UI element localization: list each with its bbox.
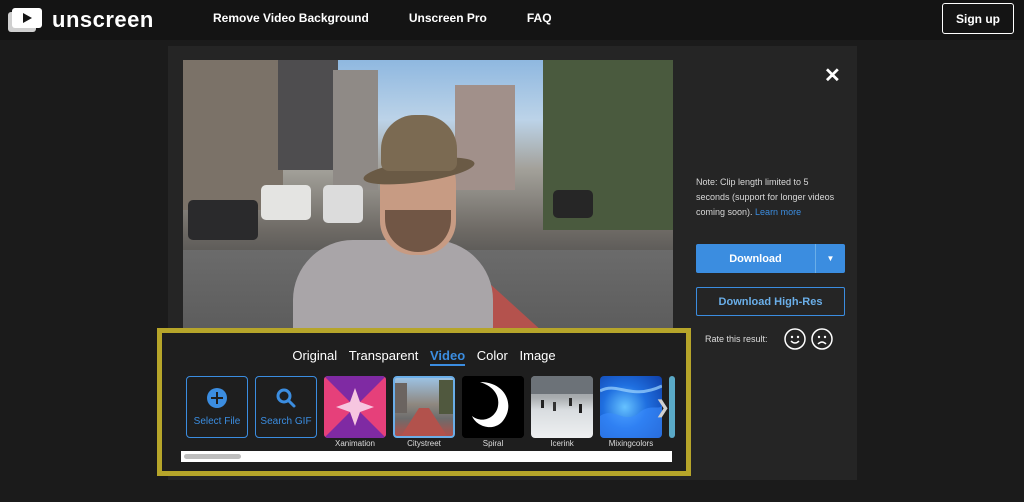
search-icon [276, 388, 296, 408]
thumbnail-label: Spiral [482, 439, 504, 448]
download-button[interactable]: Download [696, 253, 815, 265]
dropdown-caret-icon[interactable]: ▼ [815, 244, 845, 273]
thumbnail-icerink[interactable] [531, 376, 593, 438]
scrollbar-thumb[interactable] [184, 454, 241, 459]
tab-color[interactable]: Color [477, 348, 508, 363]
horizontal-scrollbar[interactable] [181, 451, 672, 462]
thumbnail-label: Mixingcolors [608, 439, 654, 448]
tab-video[interactable]: Video [430, 348, 466, 366]
select-file-label: Select File [193, 416, 241, 427]
unscreen-logo[interactable]: unscreen [8, 6, 154, 34]
plus-circle-icon [207, 388, 227, 408]
download-button-group: Download ▼ [696, 244, 845, 273]
logo-icon [8, 8, 42, 32]
tab-transparent[interactable]: Transparent [349, 348, 419, 363]
brand-name: unscreen [52, 7, 154, 32]
tab-image[interactable]: Image [520, 348, 556, 363]
video-preview [183, 60, 673, 332]
search-gif-label: Search GIF [260, 416, 312, 427]
citystreet-thumbnail-image [395, 380, 453, 436]
thumbnail-spiral[interactable] [462, 376, 524, 438]
thumbnail-citystreet[interactable] [393, 376, 455, 438]
icerink-thumbnail-image [531, 376, 593, 413]
background-options: Original Transparent Video Color Image S… [157, 328, 691, 476]
xanimation-thumbnail-image [324, 376, 386, 438]
background-tabs: Original Transparent Video Color Image [162, 348, 686, 366]
search-gif-button[interactable]: Search GIF [255, 376, 317, 438]
thumbnail-xanimation[interactable] [324, 376, 386, 438]
frown-face-icon[interactable] [811, 328, 833, 350]
top-navigation-bar: unscreen Remove Video Background Unscree… [0, 0, 1024, 40]
clip-length-note: Note: Clip length limited to 5 seconds (… [696, 175, 836, 220]
main-nav: Remove Video Background Unscreen Pro FAQ [213, 11, 592, 25]
thumbnail-label: Citystreet [407, 439, 441, 448]
spiral-thumbnail-image [462, 376, 524, 438]
close-icon[interactable]: ✕ [824, 66, 841, 86]
tab-original[interactable]: Original [292, 348, 337, 363]
learn-more-link[interactable]: Learn more [755, 207, 801, 217]
thumbnail-label: Icerink [550, 439, 574, 448]
mixingcolors-thumbnail-image [600, 384, 662, 438]
thumbnail-mixingcolors[interactable] [600, 376, 662, 438]
rate-label: Rate this result: [705, 334, 768, 344]
chevron-right-icon[interactable]: ❯ [655, 397, 670, 418]
sign-up-button[interactable]: Sign up [942, 3, 1014, 34]
nav-faq[interactable]: FAQ [527, 11, 552, 25]
smile-face-icon[interactable] [784, 328, 806, 350]
thumbnail-label: Xanimation [334, 439, 376, 448]
nav-unscreen-pro[interactable]: Unscreen Pro [409, 11, 487, 25]
select-file-button[interactable]: Select File [186, 376, 248, 438]
download-high-res-button[interactable]: Download High-Res [696, 287, 845, 316]
nav-remove-video-background[interactable]: Remove Video Background [213, 11, 369, 25]
